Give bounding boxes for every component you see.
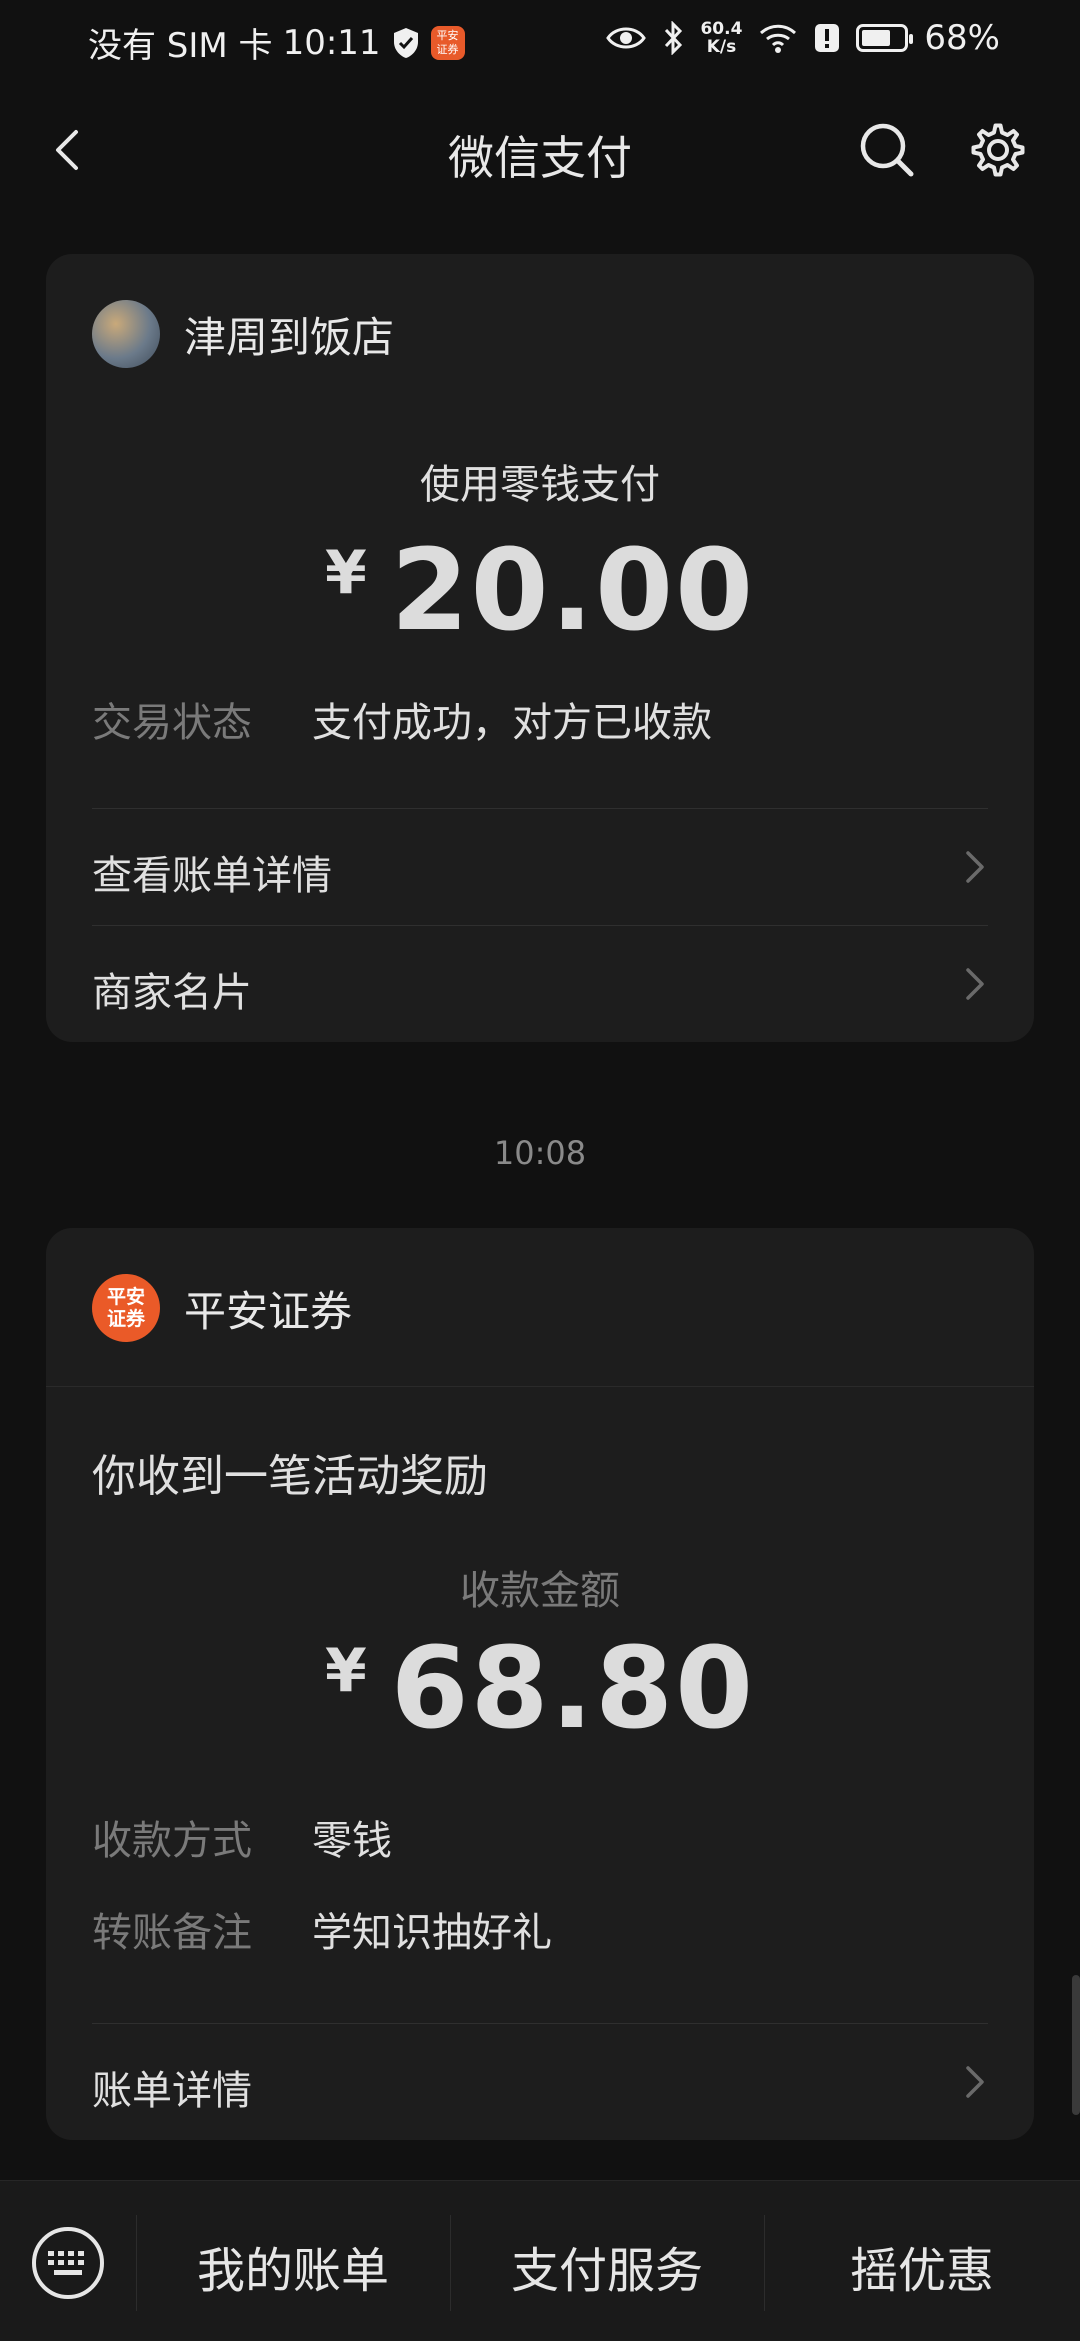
bottom-menu-bar: 我的账单 支付服务 摇优惠: [0, 2180, 1080, 2341]
receive-method-row: 收款方式 零钱: [92, 1808, 392, 1866]
payment-card: 津周到饭店 使用零钱支付 ¥ 20.00 交易状态 支付成功，对方已收款 查看账…: [46, 254, 1034, 1042]
payment-method: 使用零钱支付: [420, 462, 660, 508]
merchant-name: 津周到饭店: [184, 312, 395, 362]
currency-symbol: ¥: [324, 538, 367, 608]
eye-icon: [606, 27, 647, 49]
shake-offers-button[interactable]: 摇优惠: [764, 2231, 1080, 2301]
transfer-note-key: 转账备注: [92, 1910, 252, 1956]
status-left: 没有 SIM 卡 10:11 平安 证券: [88, 18, 465, 67]
pingan-avatar: 平安 证券: [92, 1274, 160, 1342]
carrier-text: 没有 SIM 卡: [88, 26, 273, 66]
nav-bar: 微信支付: [0, 100, 1080, 200]
status-value: 支付成功，对方已收款: [312, 700, 712, 746]
battery-percent: 68%: [924, 18, 1000, 58]
merchant-row[interactable]: 平安 证券 平安证券: [92, 1274, 352, 1342]
status-right: 60.4 K/s 68%: [606, 18, 1000, 58]
merchant-card-link[interactable]: 商家名片: [92, 926, 988, 1042]
status-row: 交易状态 支付成功，对方已收款: [92, 690, 712, 748]
message-timestamp: 10:08: [493, 1134, 587, 1172]
amount-value: 20.00: [390, 526, 755, 656]
merchant-row[interactable]: 津周到饭店: [92, 300, 394, 368]
receive-method-value: 零钱: [312, 1818, 392, 1864]
keyboard-icon[interactable]: [30, 2225, 106, 2301]
amount-label: 收款金额: [460, 1568, 620, 1614]
status-key: 交易状态: [92, 700, 252, 746]
amount-value: 68.80: [390, 1624, 755, 1754]
reward-amount: ¥ 68.80: [46, 1624, 1034, 1754]
pingan-app-icon: 平安 证券: [430, 25, 465, 60]
chevron-right-icon: [966, 851, 984, 883]
payment-services-button[interactable]: 支付服务: [450, 2231, 764, 2301]
scrollbar[interactable]: [1072, 1975, 1080, 2115]
chevron-right-icon: [966, 968, 984, 1000]
bill-details-link[interactable]: 账单详情: [92, 2024, 988, 2140]
network-speed: 60.4 K/s: [700, 20, 742, 56]
transfer-note-row: 转账备注 学知识抽好礼: [92, 1900, 552, 1958]
status-bar: 没有 SIM 卡 10:11 平安 证券 60.4 K/s 68%: [0, 0, 1080, 80]
reward-card: 平安 证券 平安证券 你收到一笔活动奖励 收款金额 ¥ 68.80 收款方式 零钱…: [46, 1228, 1034, 2140]
receive-method-key: 收款方式: [92, 1818, 252, 1864]
view-bill-link[interactable]: 查看账单详情: [92, 809, 988, 925]
search-icon[interactable]: [855, 118, 919, 182]
bluetooth-icon: [665, 21, 683, 55]
reward-headline: 你收到一笔活动奖励: [92, 1451, 488, 1502]
chevron-right-icon: [966, 2066, 984, 2098]
view-bill-label: 查看账单详情: [92, 853, 332, 899]
status-time: 10:11: [282, 22, 381, 63]
merchant-avatar: [92, 300, 160, 368]
gear-icon[interactable]: [966, 118, 1030, 182]
merchant-card-label: 商家名片: [92, 970, 252, 1016]
speed-unit: K/s: [706, 37, 737, 57]
currency-symbol: ¥: [324, 1636, 367, 1706]
alert-icon: [815, 24, 840, 52]
my-bills-button[interactable]: 我的账单: [136, 2231, 450, 2301]
divider: [46, 1386, 1034, 1387]
merchant-name: 平安证券: [184, 1286, 353, 1336]
battery-icon: [856, 24, 914, 52]
speed-value: 60.4: [700, 19, 743, 39]
shield-icon: [393, 27, 418, 58]
wifi-icon: [760, 24, 797, 53]
payment-amount: ¥ 20.00: [46, 526, 1034, 656]
transfer-note-value: 学知识抽好礼: [312, 1910, 552, 1956]
bill-details-label: 账单详情: [92, 2068, 252, 2114]
